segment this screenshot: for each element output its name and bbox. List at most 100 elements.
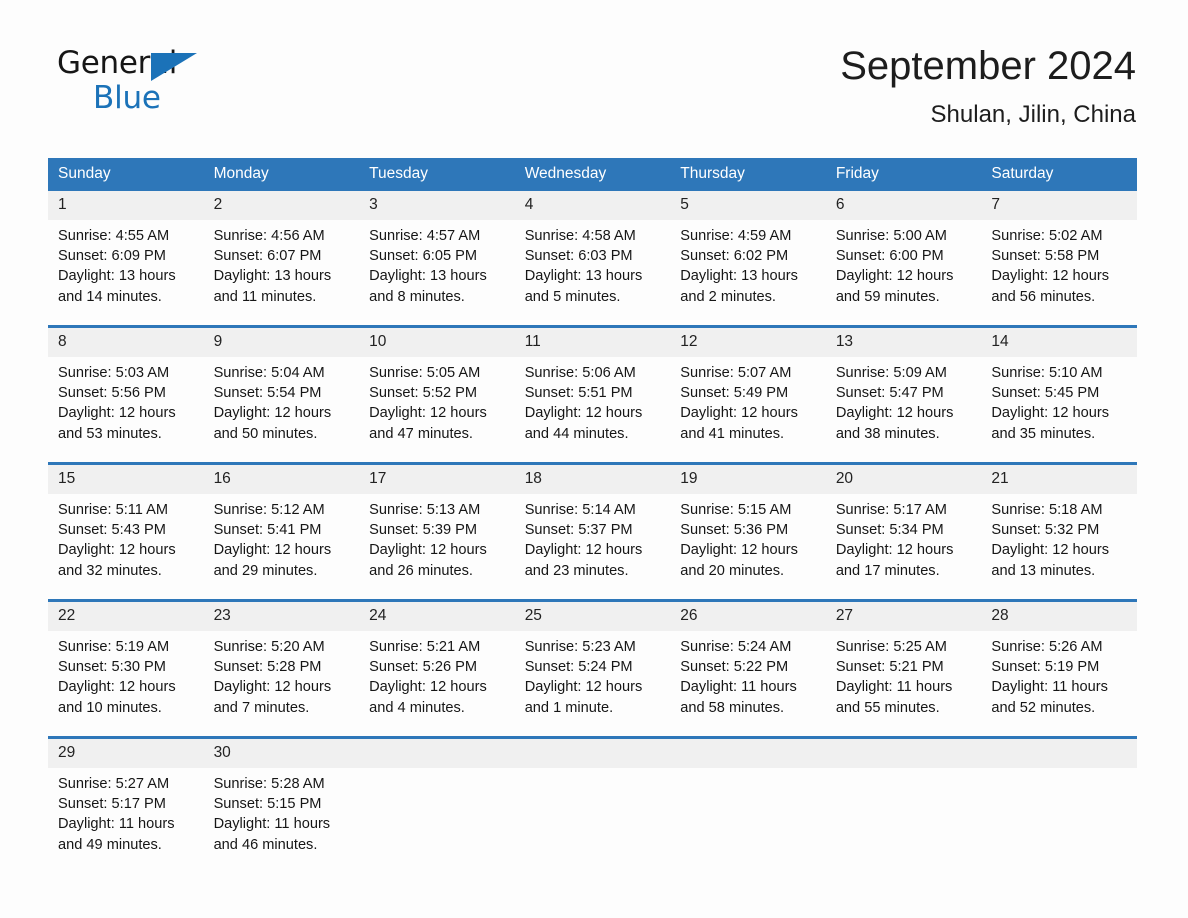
calendar-day[interactable]: 26 Sunrise: 5:24 AM Sunset: 5:22 PM Dayligh… bbox=[670, 602, 826, 736]
sunrise-text: Sunrise: 5:12 AM bbox=[213, 502, 325, 518]
calendar-day[interactable]: 15 Sunrise: 5:11 AM Sunset: 5:43 PM Dayligh… bbox=[48, 465, 204, 599]
daylight-text-line2: and 58 minutes. bbox=[680, 699, 785, 716]
day-sun-info: Sunrise: 5:20 AM Sunset: 5:28 PM Daylight:… bbox=[204, 631, 360, 718]
day-sun-info: Sunrise: 5:26 AM Sunset: 5:19 PM Daylight:… bbox=[981, 631, 1137, 718]
daylight-text-line1: Daylight: 12 hours bbox=[369, 405, 487, 422]
calendar-day-cell: 2 Sunrise: 4:56 AM Sunset: 6:07 PM Daylight… bbox=[203, 191, 360, 327]
calendar-day[interactable]: 7 Sunrise: 5:02 AM Sunset: 5:58 PM Daylight… bbox=[981, 191, 1137, 325]
sunrise-text: Sunrise: 5:11 AM bbox=[58, 502, 169, 518]
day-number: 27 bbox=[825, 602, 982, 631]
calendar-day-cell: 10 Sunrise: 5:05 AM Sunset: 5:52 PM Dayligh… bbox=[359, 325, 515, 464]
sunset-text: Sunset: 5:30 PM bbox=[58, 659, 166, 676]
weekday-header-thursday: Thursday bbox=[670, 158, 826, 191]
daylight-text-line2: and 8 minutes. bbox=[369, 288, 465, 305]
logo-text-blue: Blue bbox=[93, 80, 161, 116]
calendar-day[interactable]: 23 Sunrise: 5:20 AM Sunset: 5:28 PM Dayligh… bbox=[203, 602, 360, 736]
logo-triangle-icon bbox=[151, 53, 197, 81]
day-number: 24 bbox=[359, 602, 515, 631]
sunset-text: Sunset: 5:32 PM bbox=[991, 522, 1100, 539]
daylight-text-line2: and 50 minutes. bbox=[213, 425, 318, 442]
calendar-day[interactable]: 2 Sunrise: 4:56 AM Sunset: 6:07 PM Daylight… bbox=[203, 191, 360, 325]
calendar-day[interactable]: 3 Sunrise: 4:57 AM Sunset: 6:05 PM Daylight… bbox=[359, 191, 515, 325]
daylight-text-line1: Daylight: 12 hours bbox=[524, 405, 643, 422]
calendar-weekday-header: Sunday Monday Tuesday Wednesday Thursday… bbox=[48, 158, 1137, 191]
sunrise-text: Sunrise: 5:03 AM bbox=[58, 365, 170, 381]
calendar-day[interactable]: 18 Sunrise: 5:14 AM Sunset: 5:37 PM Dayligh… bbox=[514, 465, 671, 599]
calendar-day[interactable]: 6 Sunrise: 5:00 AM Sunset: 6:00 PM Daylight… bbox=[825, 191, 982, 325]
calendar-day-cell bbox=[981, 736, 1137, 873]
calendar-day[interactable]: 5 Sunrise: 4:59 AM Sunset: 6:02 PM Daylight… bbox=[670, 191, 826, 325]
day-sun-info: Sunrise: 4:57 AM Sunset: 6:05 PM Daylight:… bbox=[359, 220, 515, 307]
sunset-text: Sunset: 6:09 PM bbox=[58, 248, 166, 265]
calendar-day[interactable]: 9 Sunrise: 5:04 AM Sunset: 5:54 PM Daylight… bbox=[203, 328, 360, 462]
calendar-day[interactable]: 28 Sunrise: 5:26 AM Sunset: 5:19 PM Dayligh… bbox=[981, 602, 1137, 736]
day-number: 18 bbox=[514, 465, 671, 494]
sunset-text: Sunset: 5:34 PM bbox=[835, 522, 944, 539]
calendar-day[interactable]: 21 Sunrise: 5:18 AM Sunset: 5:32 PM Dayligh… bbox=[981, 465, 1137, 599]
sunset-text: Sunset: 5:54 PM bbox=[213, 385, 322, 402]
day-sun-info bbox=[515, 768, 671, 774]
sunrise-text: Sunrise: 5:09 AM bbox=[835, 365, 947, 381]
sunset-text: Sunset: 6:05 PM bbox=[369, 248, 478, 265]
day-number: 23 bbox=[203, 602, 360, 631]
day-number: 25 bbox=[514, 602, 671, 631]
sunrise-text: Sunrise: 5:26 AM bbox=[991, 639, 1103, 655]
calendar-day[interactable]: 1 Sunrise: 4:55 AM Sunset: 6:09 PM Daylight… bbox=[48, 191, 204, 325]
calendar-day[interactable]: 30 Sunrise: 5:28 AM Sunset: 5:15 PM Dayligh… bbox=[203, 739, 360, 873]
calendar-day[interactable]: 22 Sunrise: 5:19 AM Sunset: 5:30 PM Dayligh… bbox=[48, 602, 204, 736]
day-number: 19 bbox=[670, 465, 826, 494]
general-blue-logo[interactable]: General Blue bbox=[57, 48, 247, 114]
calendar-day-cell bbox=[825, 736, 982, 873]
daylight-text-line1: Daylight: 12 hours bbox=[369, 542, 487, 559]
day-sun-info: Sunrise: 5:04 AM Sunset: 5:54 PM Daylight:… bbox=[204, 357, 360, 444]
daylight-text-line1: Daylight: 12 hours bbox=[680, 405, 798, 422]
calendar-week-row: 1 Sunrise: 4:55 AM Sunset: 6:09 PM Daylight… bbox=[48, 191, 1137, 327]
sunset-text: Sunset: 5:17 PM bbox=[58, 796, 166, 813]
sunset-text: Sunset: 5:52 PM bbox=[369, 385, 478, 402]
daylight-text-line2: and 41 minutes. bbox=[680, 425, 785, 442]
calendar-day[interactable]: 20 Sunrise: 5:17 AM Sunset: 5:34 PM Dayligh… bbox=[825, 465, 982, 599]
calendar-day-empty bbox=[981, 739, 1137, 873]
sunset-text: Sunset: 5:15 PM bbox=[213, 796, 322, 813]
calendar-day[interactable]: 25 Sunrise: 5:23 AM Sunset: 5:24 PM Dayligh… bbox=[514, 602, 671, 736]
calendar-day[interactable]: 29 Sunrise: 5:27 AM Sunset: 5:17 PM Dayligh… bbox=[48, 739, 204, 873]
day-sun-info bbox=[981, 768, 1137, 774]
calendar-day-cell: 18 Sunrise: 5:14 AM Sunset: 5:37 PM Dayligh… bbox=[514, 462, 671, 601]
calendar-day[interactable]: 19 Sunrise: 5:15 AM Sunset: 5:36 PM Dayligh… bbox=[670, 465, 826, 599]
calendar-day-cell: 21 Sunrise: 5:18 AM Sunset: 5:32 PM Dayligh… bbox=[981, 462, 1137, 601]
calendar-day-empty bbox=[670, 739, 826, 873]
daylight-text-line1: Daylight: 12 hours bbox=[835, 542, 954, 559]
day-number: 28 bbox=[981, 602, 1137, 631]
day-number bbox=[514, 739, 671, 768]
daylight-text-line2: and 17 minutes. bbox=[835, 562, 940, 579]
day-sun-info: Sunrise: 5:12 AM Sunset: 5:41 PM Daylight:… bbox=[204, 494, 360, 581]
day-number: 17 bbox=[359, 465, 515, 494]
sunrise-text: Sunrise: 5:00 AM bbox=[835, 228, 947, 244]
day-sun-info bbox=[670, 768, 826, 774]
daylight-text-line2: and 23 minutes. bbox=[524, 562, 629, 579]
calendar-day[interactable]: 12 Sunrise: 5:07 AM Sunset: 5:49 PM Dayligh… bbox=[670, 328, 826, 462]
calendar-day[interactable]: 11 Sunrise: 5:06 AM Sunset: 5:51 PM Dayligh… bbox=[514, 328, 671, 462]
calendar-day[interactable]: 4 Sunrise: 4:58 AM Sunset: 6:03 PM Daylight… bbox=[514, 191, 671, 325]
calendar-day[interactable]: 17 Sunrise: 5:13 AM Sunset: 5:39 PM Dayligh… bbox=[359, 465, 515, 599]
calendar-day[interactable]: 13 Sunrise: 5:09 AM Sunset: 5:47 PM Dayligh… bbox=[825, 328, 982, 462]
sunset-text: Sunset: 5:24 PM bbox=[524, 659, 633, 676]
daylight-text-line2: and 1 minute. bbox=[524, 699, 614, 716]
day-number: 22 bbox=[48, 602, 204, 631]
day-sun-info: Sunrise: 4:55 AM Sunset: 6:09 PM Daylight:… bbox=[48, 220, 204, 307]
calendar-week-row: 15 Sunrise: 5:11 AM Sunset: 5:43 PM Dayligh… bbox=[48, 462, 1137, 601]
calendar-day[interactable]: 8 Sunrise: 5:03 AM Sunset: 5:56 PM Daylight… bbox=[48, 328, 204, 462]
calendar-day-cell: 17 Sunrise: 5:13 AM Sunset: 5:39 PM Dayligh… bbox=[359, 462, 515, 601]
day-sun-info: Sunrise: 5:11 AM Sunset: 5:43 PM Daylight:… bbox=[48, 494, 204, 581]
calendar-day[interactable]: 24 Sunrise: 5:21 AM Sunset: 5:26 PM Dayligh… bbox=[359, 602, 515, 736]
calendar-day[interactable]: 10 Sunrise: 5:05 AM Sunset: 5:52 PM Dayligh… bbox=[359, 328, 515, 462]
calendar-day[interactable]: 27 Sunrise: 5:25 AM Sunset: 5:21 PM Dayligh… bbox=[825, 602, 982, 736]
calendar-day-cell: 16 Sunrise: 5:12 AM Sunset: 5:41 PM Dayligh… bbox=[203, 462, 360, 601]
calendar-day-cell: 5 Sunrise: 4:59 AM Sunset: 6:02 PM Daylight… bbox=[670, 191, 826, 327]
daylight-text-line2: and 47 minutes. bbox=[369, 425, 473, 442]
sunrise-text: Sunrise: 4:55 AM bbox=[58, 228, 170, 244]
calendar-day[interactable]: 16 Sunrise: 5:12 AM Sunset: 5:41 PM Dayligh… bbox=[203, 465, 360, 599]
day-number: 3 bbox=[359, 191, 515, 220]
calendar-day[interactable]: 14 Sunrise: 5:10 AM Sunset: 5:45 PM Dayligh… bbox=[981, 328, 1137, 462]
calendar-day-cell bbox=[514, 736, 671, 873]
